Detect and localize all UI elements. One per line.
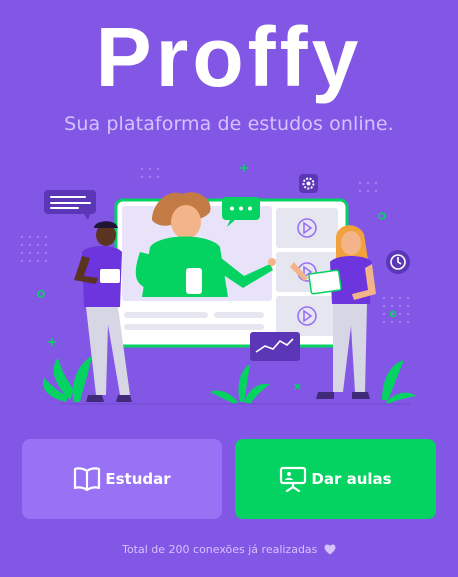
book-icon bbox=[74, 467, 101, 492]
give-classes-button-label: Dar aulas bbox=[311, 470, 392, 488]
give-classes-button[interactable]: Dar aulas bbox=[235, 439, 436, 519]
landing-illustration bbox=[20, 164, 416, 405]
tagline: Sua plataforma de estudos online. bbox=[64, 113, 394, 135]
presentation-icon bbox=[280, 466, 307, 492]
connections-text: Total de 200 conexões já realizadas bbox=[122, 543, 318, 556]
connections-footer: Total de 200 conexões já realizadas bbox=[0, 543, 458, 556]
study-button[interactable]: Estudar bbox=[22, 439, 222, 519]
study-button-label: Estudar bbox=[105, 470, 171, 488]
proffy-logo: Proffy bbox=[96, 10, 363, 104]
heart-icon bbox=[324, 544, 336, 555]
logo-text: Proffy bbox=[96, 10, 363, 104]
